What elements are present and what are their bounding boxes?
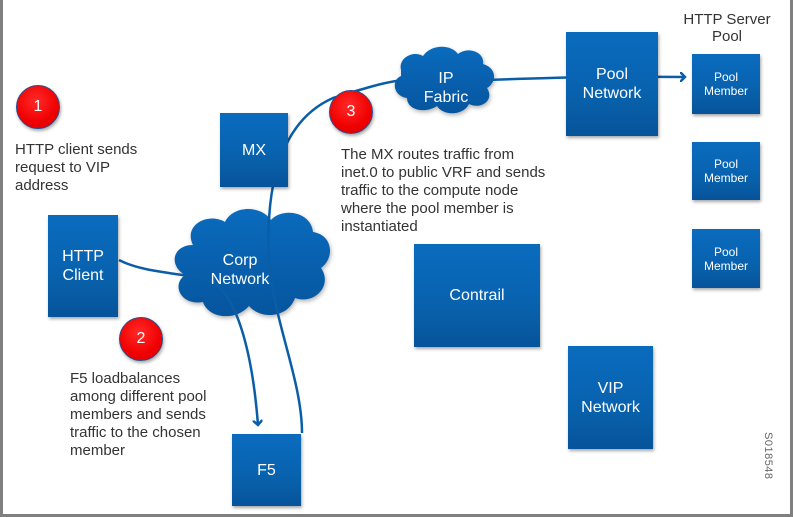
pool-member-label: Pool Member xyxy=(703,157,748,185)
diagram-canvas: Corp Network IP Fabric HTTP Client MX F5… xyxy=(0,0,793,517)
pool-member-node[interactable]: Pool Member xyxy=(692,229,760,288)
pool-member-label: Pool Member xyxy=(703,70,748,98)
pool-network-node[interactable]: Pool Network xyxy=(566,32,658,136)
pool-member-node[interactable]: Pool Member xyxy=(692,142,760,200)
ip-fabric-label: IP Fabric xyxy=(423,70,469,106)
step-2-badge: 2 xyxy=(119,317,163,361)
step-2-description: F5 loadbalances among different pool mem… xyxy=(70,370,207,459)
vip-network-node[interactable]: VIP Network xyxy=(568,346,653,449)
corp-network-label: Corp Network xyxy=(210,252,270,288)
step-3-badge: 3 xyxy=(329,90,373,134)
step-1-badge: 1 xyxy=(16,85,60,129)
http-client-node[interactable]: HTTP Client xyxy=(48,215,118,317)
f5-label: F5 xyxy=(257,461,276,479)
figure-id: S018548 xyxy=(762,432,774,480)
step-3-description: The MX routes traffic from inet.0 to pub… xyxy=(341,146,546,235)
f5-node[interactable]: F5 xyxy=(232,434,301,506)
contrail-node[interactable]: Contrail xyxy=(414,244,540,347)
step-1-description: HTTP client sends request to VIP address xyxy=(15,141,138,194)
pool-member-label: Pool Member xyxy=(703,244,748,273)
http-client-label: HTTP Client xyxy=(62,248,104,284)
mx-label: MX xyxy=(242,141,266,159)
pool-member-node[interactable]: Pool Member xyxy=(692,54,760,114)
pool-network-label: Pool Network xyxy=(582,66,642,102)
http-server-pool-heading: HTTP Server Pool xyxy=(683,11,771,45)
vip-network-label: VIP Network xyxy=(581,379,640,416)
mx-node[interactable]: MX xyxy=(220,113,288,187)
contrail-label: Contrail xyxy=(449,287,505,304)
